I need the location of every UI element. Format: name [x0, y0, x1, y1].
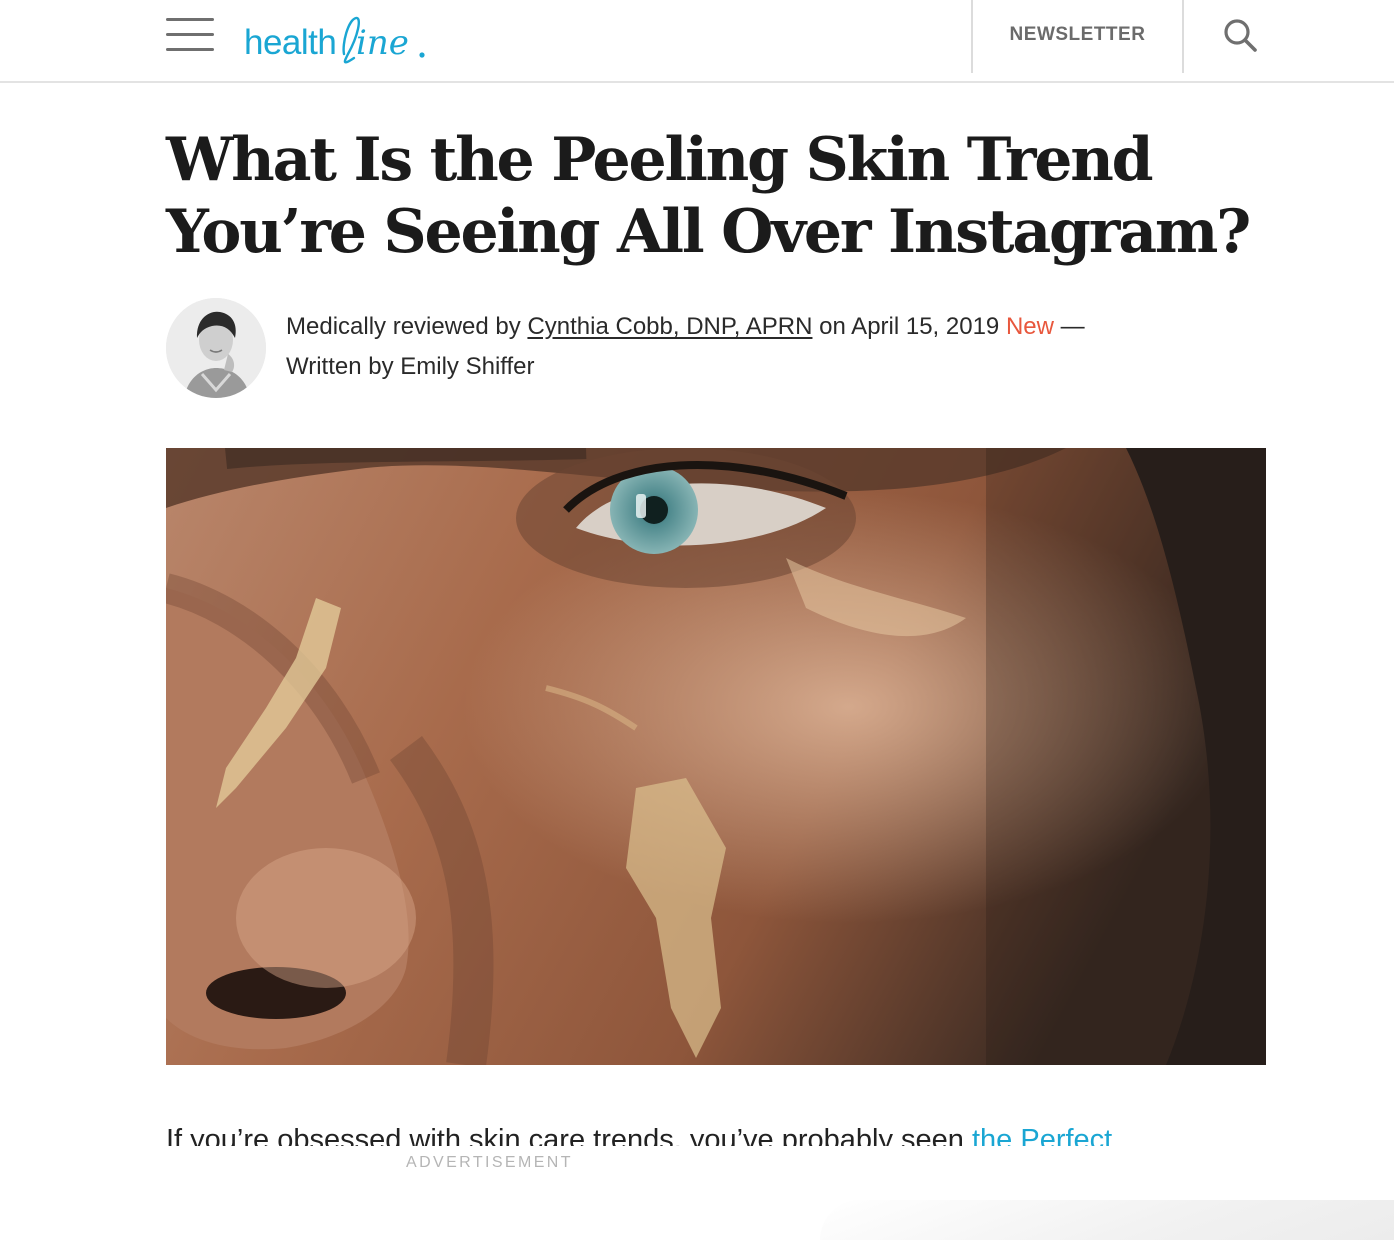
- ad-slot[interactable]: [820, 1200, 1394, 1240]
- new-badge: New: [1005, 313, 1054, 340]
- article-title: What Is the Peeling Skin Trend You’re Se…: [166, 125, 1251, 267]
- healthline-logo-mark: health ine: [244, 16, 425, 64]
- review-date: on April 15, 2019: [819, 313, 1000, 340]
- intro-text: If you’re obsessed with skin care trends…: [166, 1124, 964, 1146]
- site-header: health ine healthline NEWSLETTER: [0, 0, 1394, 83]
- search-icon: [1224, 19, 1257, 52]
- advertisement-label: ADVERTISEMENT: [406, 1154, 573, 1171]
- reviewer-link[interactable]: Cynthia Cobb, DNP, APRN: [527, 313, 812, 340]
- article-byline: Medically reviewed by Cynthia Cobb, DNP,…: [286, 307, 1276, 387]
- byline-dash: —: [1060, 313, 1085, 340]
- newsletter-link[interactable]: NEWSLETTER: [973, 0, 1182, 70]
- svg-text:ine: ine: [356, 23, 409, 63]
- hamburger-menu-icon[interactable]: [166, 18, 216, 52]
- reviewer-photo: [166, 298, 266, 398]
- svg-text:health: health: [244, 23, 336, 62]
- healthline-logo[interactable]: health ine healthline: [244, 12, 429, 68]
- intro-paragraph: If you’re obsessed with skin care trends…: [166, 1118, 1276, 1146]
- written-by: Written by Emily Shiffer: [286, 353, 535, 380]
- hero-image: [166, 448, 1266, 1065]
- perfect-link[interactable]: the Perfect: [972, 1124, 1112, 1146]
- reviewed-by-prefix: Medically reviewed by: [286, 313, 521, 340]
- peeling-skin-face-photo: [166, 448, 1266, 1065]
- reviewer-avatar[interactable]: [166, 298, 266, 398]
- search-button[interactable]: [1184, 0, 1296, 70]
